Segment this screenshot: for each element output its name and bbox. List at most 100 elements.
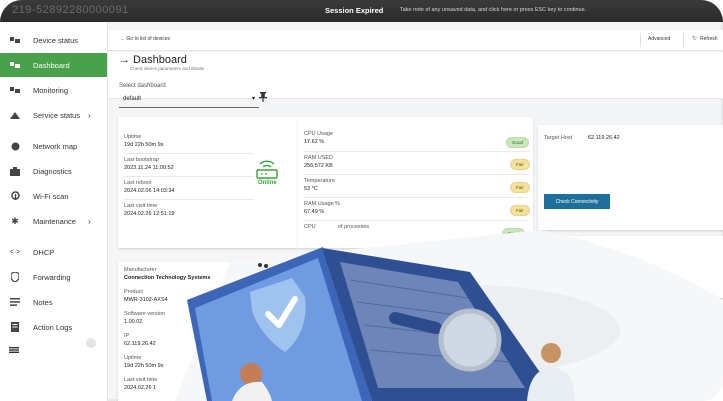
- sidebar-item-action-logs[interactable]: Action Logs: [0, 315, 107, 339]
- sidebar-item-label: Network map: [33, 141, 78, 151]
- dashboard-select[interactable]: default ▾: [119, 93, 259, 108]
- advanced-button[interactable]: Advanced: [648, 36, 670, 42]
- sidebar-item-service-status[interactable]: Service status ›: [0, 103, 107, 127]
- ram-used-label: RAM USED: [304, 155, 334, 161]
- last-reboot-label: Last reboot: [124, 180, 152, 186]
- show-history-button[interactable]: Show history: [480, 293, 532, 310]
- divider: [683, 33, 684, 47]
- sidebar-item-maintenance[interactable]: ✱ Maintenance ›: [0, 209, 107, 233]
- cpu-usage-label: CPU Usage: [304, 131, 334, 137]
- ip-value: 62.119.26.42: [124, 341, 156, 347]
- select-dashboard-label: Select dashboard: [119, 83, 166, 89]
- wifi-icon: [9, 191, 21, 201]
- divider: [304, 220, 529, 221]
- sidebar-item-label: Diagnostics: [33, 166, 72, 176]
- sidebar-item-label: DHCP: [33, 247, 55, 257]
- shield-icon: [9, 272, 21, 282]
- divider: [640, 33, 641, 47]
- reboot-button[interactable]: ⌄ Reboot: [544, 277, 584, 291]
- temperature-value: 53 °C: [304, 186, 318, 192]
- sidebar-item-label: Action Logs: [33, 322, 73, 332]
- dashboard-icon: [9, 60, 21, 70]
- sidebar-item-label: Service status: [33, 110, 81, 120]
- ram-usage-label: RAM Usage %: [304, 201, 341, 207]
- sidebar-item-label: Wi-Fi scan: [33, 191, 69, 201]
- product-label: Product: [124, 289, 143, 295]
- last-visit-label: Last visit time: [124, 203, 158, 209]
- sidebar-item-notes[interactable]: Notes: [0, 290, 107, 314]
- collapse-menu-icon[interactable]: [9, 340, 19, 353]
- software-version-value: 1.00.02: [124, 319, 143, 325]
- last-visit-label: Last visit time: [124, 377, 158, 383]
- session-banner[interactable]: 219-52892280000091 Session Expired Take …: [0, 0, 723, 22]
- last-reboot-value: 2024.02.06 14:03:34: [124, 188, 175, 194]
- product-value: MWR-3102-AXS4: [124, 297, 168, 303]
- sidebar-item-forwarding[interactable]: Forwarding: [0, 265, 107, 289]
- check-connectivity-button[interactable]: Check Connectivity: [544, 194, 610, 209]
- status-badge: Good: [506, 137, 530, 148]
- last-bootstrap-value: 2023.11.24 11:00:52: [124, 165, 174, 171]
- sidebar-item-dashboard[interactable]: Dashboard: [0, 53, 107, 77]
- metrics-card: CPU Usage 17.62 % Good RAM USED 256,572 …: [298, 117, 533, 248]
- divider: [304, 197, 529, 198]
- manufacturer-value: Connection Technology Systems: [124, 275, 211, 281]
- last-visit-value: 2024.02.26 1: [124, 385, 157, 391]
- sidebar-item-label: Notes: [33, 297, 53, 307]
- status-badge: Fair: [510, 205, 530, 216]
- header-bar: ← Go to list of devices Advanced ↻ Refre…: [108, 30, 723, 51]
- last-bootstrap-label: Last bootstrap: [124, 157, 159, 163]
- refresh-button[interactable]: Refresh: [700, 36, 718, 42]
- sidebar-item-diagnostics[interactable]: Diagnostics: [0, 159, 107, 183]
- monitoring-icon: [9, 85, 21, 95]
- reboot-card: Last Reboot 2024.02.06 14:03:34 ⌄ Reboot: [538, 236, 723, 298]
- sidebar: Device status Dashboard Monitoring Servi…: [0, 22, 108, 401]
- cpu-usage-value: 17.62 %: [304, 139, 325, 145]
- sidebar-item-label: Device status: [33, 35, 79, 45]
- chevron-right-icon: ›: [88, 216, 91, 226]
- software-version-label: Software version: [124, 311, 165, 317]
- sidebar-item-wifi-scan[interactable]: Wi-Fi scan: [0, 184, 107, 208]
- pin-icon[interactable]: [259, 92, 267, 104]
- sidebar-item-label: Monitoring: [33, 85, 69, 95]
- device-info-card: Manufacturer Connection Technology Syste…: [118, 262, 538, 401]
- sidebar-item-label: Forwarding: [33, 272, 71, 282]
- notes-icon: [9, 297, 21, 307]
- back-to-devices-link[interactable]: ← Go to list of devices: [120, 36, 170, 42]
- device-id: 219-52892280000091: [12, 4, 129, 16]
- sidebar-toggle-button[interactable]: [86, 338, 96, 348]
- sidebar-item-monitoring[interactable]: Monitoring: [0, 78, 107, 102]
- sidebar-item-network-map[interactable]: Network map: [0, 134, 107, 158]
- last-reboot-value: 2024.02.06 14:03:34: [544, 256, 595, 262]
- divider: [304, 151, 529, 152]
- status-card: Uptime 19d 22h 50m 9s Last bootstrap 202…: [118, 117, 298, 248]
- connectivity-card: Target Host 62.119.26.42 Check Connectiv…: [538, 125, 723, 230]
- sidebar-item-label: Maintenance: [33, 216, 76, 226]
- network-icon: [9, 141, 21, 151]
- ip-label: IP: [124, 333, 130, 339]
- processes-label: CPU: [304, 224, 316, 230]
- logs-icon: [9, 322, 21, 332]
- service-icon: [9, 110, 21, 120]
- diagnostics-icon: [9, 166, 21, 176]
- session-expired-title[interactable]: Session Expired: [325, 6, 383, 15]
- page-title: → Dashboard: [119, 54, 187, 66]
- dhcp-icon: <·>: [9, 248, 21, 256]
- dashboard-select-value: default: [123, 96, 142, 102]
- main-content: ← Go to list of devices Advanced ↻ Refre…: [108, 22, 723, 401]
- uptime-label: Uptime: [124, 134, 142, 140]
- app-window: 219-52892280000091 Session Expired Take …: [0, 0, 723, 401]
- session-expired-message[interactable]: Take note of any unsaved data, and click…: [400, 7, 586, 13]
- refresh-icon: ↻: [692, 36, 698, 42]
- sidebar-item-dhcp[interactable]: <·> DHCP: [0, 240, 107, 264]
- sidebar-item-label: Dashboard: [33, 60, 70, 70]
- chevron-down-icon: ▾: [251, 96, 255, 102]
- page-header: → Dashboard Check device parameters and …: [108, 52, 723, 99]
- divider: [124, 199, 254, 200]
- ram-used-value: 256,572 KB: [304, 163, 333, 169]
- status-badge: Fair: [510, 182, 530, 193]
- sidebar-item-device-status[interactable]: Device status: [0, 28, 107, 52]
- target-host-label: Target Host: [544, 135, 573, 141]
- manufacturer-label: Manufacturer: [124, 267, 157, 273]
- status-badge: Fair: [510, 159, 530, 170]
- processes-label-end: of processes: [338, 224, 370, 230]
